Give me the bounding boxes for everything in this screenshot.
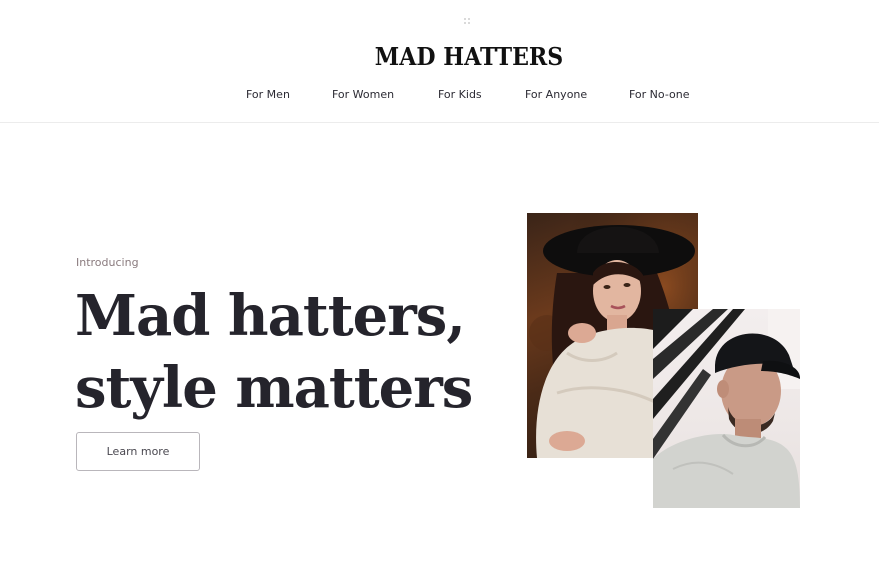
main-nav: For Men For Women For Kids For Anyone Fo…: [0, 88, 879, 104]
nav-item-for-women[interactable]: For Women: [332, 88, 394, 101]
hero-headline-line-1: Mad hatters,: [75, 283, 466, 349]
nav-item-for-men[interactable]: For Men: [246, 88, 290, 101]
man-illustration: [653, 309, 800, 508]
nav-item-for-kids[interactable]: For Kids: [438, 88, 482, 101]
hero-headline: Mad hatters, style matters: [75, 280, 473, 424]
learn-more-button[interactable]: Learn more: [76, 432, 200, 471]
nav-item-for-anyone[interactable]: For Anyone: [525, 88, 587, 101]
nav-item-for-no-one[interactable]: For No-one: [629, 88, 690, 101]
hero-photo-man: [653, 309, 800, 508]
page: MAD HATTERS For Men For Women For Kids F…: [0, 0, 879, 576]
hero-headline-line-2: style matters: [75, 355, 473, 421]
site-header: MAD HATTERS For Men For Women For Kids F…: [0, 0, 879, 123]
brand-logo[interactable]: MAD HATTERS: [38, 42, 879, 71]
hero-eyebrow: Introducing: [76, 256, 139, 269]
grip-dots-icon[interactable]: [464, 18, 472, 26]
